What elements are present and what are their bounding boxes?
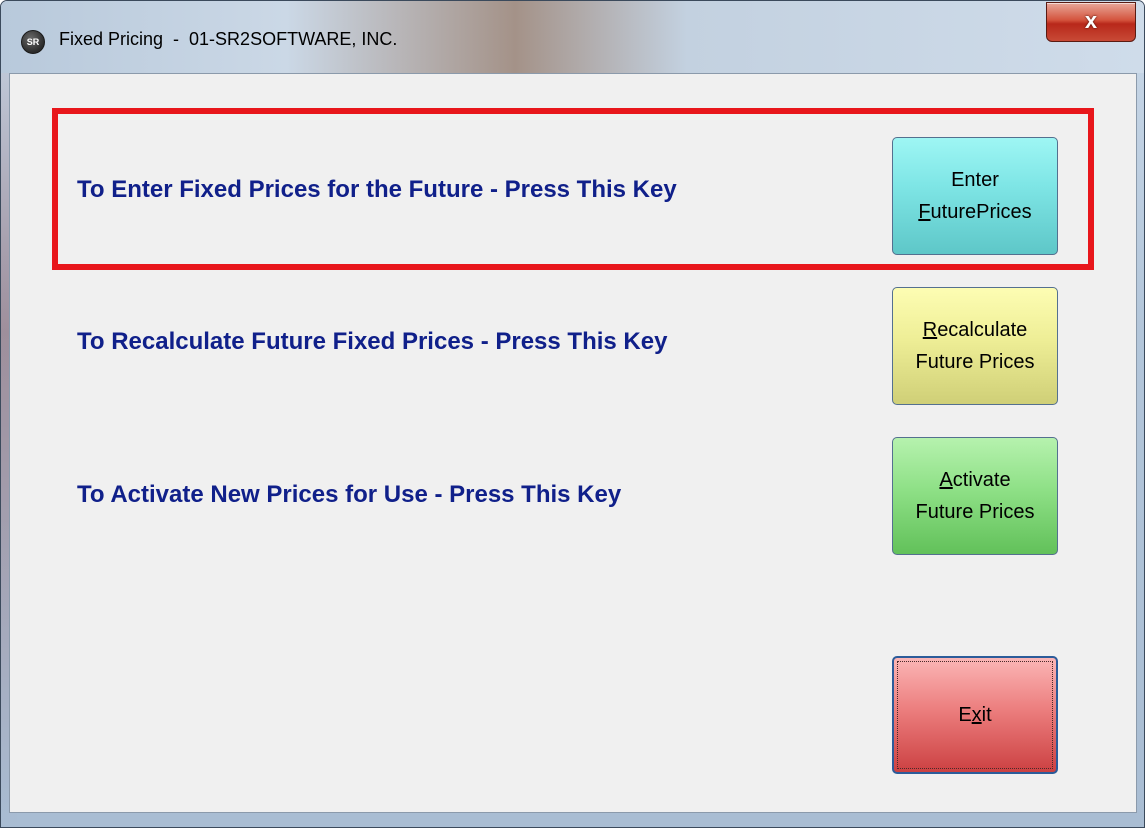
window-title: Fixed Pricing - 01-SR2SOFTWARE, INC. — [59, 29, 398, 49]
exit-button-label: Exit — [958, 704, 992, 726]
exit-button[interactable]: Exit — [892, 656, 1058, 774]
activate-button-line1: Activate — [939, 469, 1011, 491]
close-button[interactable]: x — [1046, 2, 1136, 42]
recalculate-button-line2: Future Prices — [915, 351, 1035, 373]
enter-future-prices-button[interactable]: Enter FuturePrices — [892, 137, 1058, 255]
activate-prices-label: To Activate New Prices for Use - Press T… — [77, 481, 622, 508]
recalculate-future-prices-button[interactable]: Recalculate Future Prices — [892, 287, 1058, 405]
sr2-app-icon[interactable]: SR — [21, 30, 45, 54]
close-icon: x — [1084, 8, 1098, 33]
activate-button-line2: Future Prices — [915, 501, 1035, 523]
client-area: To Enter Fixed Prices for the Future - P… — [9, 73, 1137, 813]
recalculate-prices-label: To Recalculate Future Fixed Prices - Pre… — [77, 328, 668, 355]
enter-button-line1: Enter — [951, 169, 999, 191]
recalculate-button-line1: Recalculate — [922, 319, 1028, 341]
fixed-pricing-window: SR Fixed Pricing - 01-SR2SOFTWARE, INC. … — [0, 0, 1145, 828]
enter-prices-label: To Enter Fixed Prices for the Future - P… — [77, 176, 677, 203]
title-bar[interactable]: SR Fixed Pricing - 01-SR2SOFTWARE, INC. … — [1, 1, 1144, 73]
enter-button-line2: FuturePrices — [918, 201, 1032, 223]
activate-future-prices-button[interactable]: Activate Future Prices — [892, 437, 1058, 555]
